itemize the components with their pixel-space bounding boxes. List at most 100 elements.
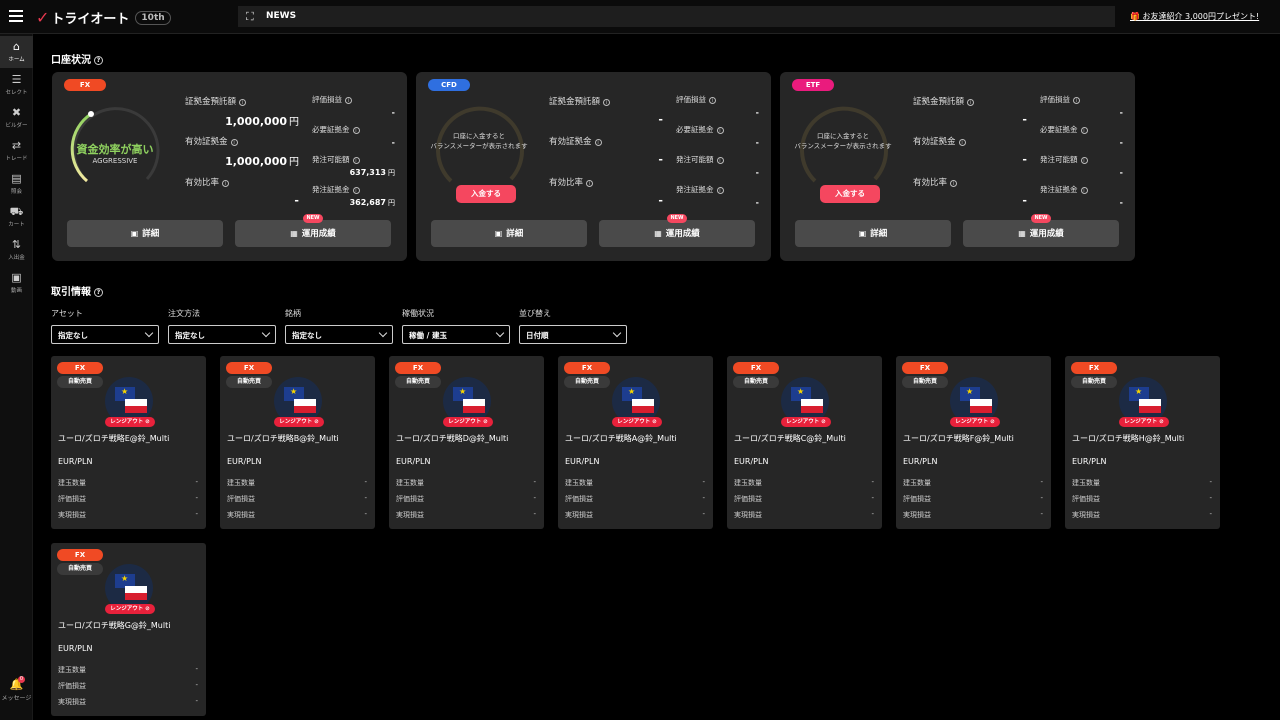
realized-pl-value: - [195, 697, 198, 705]
sidebar-item-label: カート [8, 222, 25, 228]
strategy-card[interactable]: FX 自動売買 レンジアウト ⊘ ユーロ/ズロチ戦略G@鈴_Multi EUR/… [51, 543, 206, 716]
info-icon[interactable]: i [716, 157, 724, 164]
info-icon[interactable]: i [958, 139, 966, 146]
currency-pair: EUR/PLN [58, 644, 93, 653]
gauge-title: 資金効率が高い [76, 143, 154, 156]
filter-select[interactable]: 指定なし [168, 325, 276, 344]
strategy-card[interactable]: FX 自動売買 レンジアウト ⊘ ユーロ/ズロチ戦略E@鈴_Multi EUR/… [51, 356, 206, 529]
sidebar-item-transfer[interactable]: ⇅ 入出金 [0, 234, 33, 266]
detail-button[interactable]: ▣ 詳細 [67, 220, 223, 247]
unrealized-pl-label: 評価損益 [58, 682, 86, 690]
sidebar-item-cart[interactable]: ⛟ カート [0, 201, 33, 233]
chevron-down-icon [144, 328, 154, 338]
pl-flag-icon [970, 399, 992, 413]
type-tag: 自動売買 [57, 376, 103, 388]
sidebar-item-select[interactable]: ☰ セレクト [0, 69, 33, 101]
info-icon[interactable]: i [352, 187, 360, 194]
range-out-badge: レンジアウト ⊘ [612, 417, 662, 427]
filter-select[interactable]: 指定なし [51, 325, 159, 344]
type-tag: 自動売買 [733, 376, 779, 388]
detail-button[interactable]: ▣ 詳細 [431, 220, 587, 247]
info-icon[interactable]: i [1080, 187, 1088, 194]
info-icon[interactable]: i [603, 99, 611, 106]
deposit-label: 証拠金預託額 i [913, 95, 975, 107]
range-out-badge: レンジアウト ⊘ [950, 417, 1000, 427]
info-icon[interactable]: i [967, 99, 975, 106]
info-icon[interactable]: i [1080, 127, 1088, 134]
sidebar-item-builder[interactable]: ✖ ビルダー [0, 102, 33, 134]
chevron-down-icon [378, 328, 388, 338]
info-icon[interactable]: i [1080, 157, 1088, 164]
news-bar[interactable]: ⛶ NEWS [238, 6, 1115, 27]
strategy-card[interactable]: FX 自動売買 レンジアウト ⊘ ユーロ/ズロチ戦略A@鈴_Multi EUR/… [558, 356, 713, 529]
unrealized-pl-value: - [195, 681, 198, 689]
info-icon[interactable]: i [716, 127, 724, 134]
bell-icon: 🔔 [9, 678, 24, 691]
sidebar-item-home[interactable]: ⌂ ホーム [0, 36, 33, 68]
info-icon[interactable]: i [716, 187, 724, 194]
strategy-card[interactable]: FX 自動売買 レンジアウト ⊘ ユーロ/ズロチ戦略D@鈴_Multi EUR/… [389, 356, 544, 529]
range-out-badge: レンジアウト ⊘ [443, 417, 493, 427]
info-icon[interactable]: i [352, 127, 360, 134]
range-out-badge: レンジアウト ⊘ [1119, 417, 1169, 427]
asset-tag: FX [564, 362, 610, 374]
info-icon[interactable]: i [222, 180, 230, 187]
strategy-card[interactable]: FX 自動売買 レンジアウト ⊘ ユーロ/ズロチ戦略C@鈴_Multi EUR/… [727, 356, 882, 529]
menu-icon[interactable] [9, 10, 23, 22]
sidebar-item-label: ホーム [8, 57, 25, 63]
referral-text: お友達紹介 3,000円プレゼント! [1142, 12, 1260, 21]
strategy-card[interactable]: FX 自動売買 レンジアウト ⊘ ユーロ/ズロチ戦略B@鈴_Multi EUR/… [220, 356, 375, 529]
position-qty-value: - [871, 478, 874, 486]
info-icon[interactable]: i [594, 139, 602, 146]
help-icon[interactable]: ? [94, 288, 103, 297]
unrealized-pl-label: 評価損益 [565, 495, 593, 503]
deposit-value: - [1022, 113, 1027, 126]
type-tag: 自動売買 [564, 376, 610, 388]
balance-gauge: 口座に入金すると バランスメーターが表示されます 入金する [794, 99, 892, 203]
calendar-icon: ▦ [1018, 229, 1026, 238]
position-qty-value: - [533, 478, 536, 486]
sidebar-item-messages[interactable]: 🔔 0 メッセージ [0, 676, 33, 708]
filter-select[interactable]: 日付順 [519, 325, 627, 344]
performance-button[interactable]: NEW ▦ 運用成績 [963, 214, 1119, 247]
filter-value: 指定なし [175, 331, 205, 340]
detail-button[interactable]: ▣ 詳細 [795, 220, 951, 247]
currency-pair: EUR/PLN [565, 457, 600, 466]
type-tag: 自動売買 [395, 376, 441, 388]
sidebar-item-video[interactable]: ▣ 動画 [0, 267, 33, 299]
transfer-icon: ⇅ [11, 238, 22, 251]
deposit-value: 1,000,000 円 [225, 115, 299, 128]
info-icon[interactable]: i [1073, 97, 1080, 104]
filter-select[interactable]: 稼働 / 建玉 [402, 325, 510, 344]
deposit-button[interactable]: 入金する [456, 185, 516, 203]
strategy-card[interactable]: FX 自動売買 レンジアウト ⊘ ユーロ/ズロチ戦略H@鈴_Multi EUR/… [1065, 356, 1220, 529]
performance-button[interactable]: NEW ▦ 運用成績 [235, 214, 391, 247]
info-icon[interactable]: i [709, 97, 716, 104]
sidebar-item-inquiry[interactable]: ▤ 照会 [0, 168, 33, 200]
sidebar-item-label: セレクト [5, 90, 28, 96]
account-status-title: 口座状況? [51, 51, 103, 66]
currency-pair: EUR/PLN [227, 457, 262, 466]
expand-icon[interactable]: ⛶ [246, 10, 254, 24]
logo-text: トライオート [51, 12, 130, 27]
deposit-button[interactable]: 入金する [820, 185, 880, 203]
help-icon[interactable]: ? [94, 56, 103, 65]
info-icon[interactable]: i [950, 180, 958, 187]
order-margin-value: - [1119, 198, 1123, 207]
info-icon[interactable]: i [230, 139, 238, 146]
effective-ratio-label: 有効比率 i [913, 176, 958, 188]
info-icon[interactable]: i [239, 99, 247, 106]
info-icon[interactable]: i [586, 180, 594, 187]
select-icon: ☰ [11, 73, 22, 86]
filter-value: 稼働 / 建玉 [409, 331, 447, 340]
info-icon[interactable]: i [345, 97, 352, 104]
realized-pl-value: - [1040, 510, 1043, 518]
performance-button[interactable]: NEW ▦ 運用成績 [599, 214, 755, 247]
logo[interactable]: ✓ トライオート 10th [36, 8, 171, 27]
filter-select[interactable]: 指定なし [285, 325, 393, 344]
sidebar-item-trade[interactable]: ⇄ トレード [0, 135, 33, 167]
effective-ratio-label: 有効比率 i [185, 176, 230, 188]
strategy-card[interactable]: FX 自動売買 レンジアウト ⊘ ユーロ/ズロチ戦略F@鈴_Multi EUR/… [896, 356, 1051, 529]
referral-link[interactable]: 🎁 お友達紹介 3,000円プレゼント! [1130, 11, 1259, 22]
info-icon[interactable]: i [352, 157, 360, 164]
